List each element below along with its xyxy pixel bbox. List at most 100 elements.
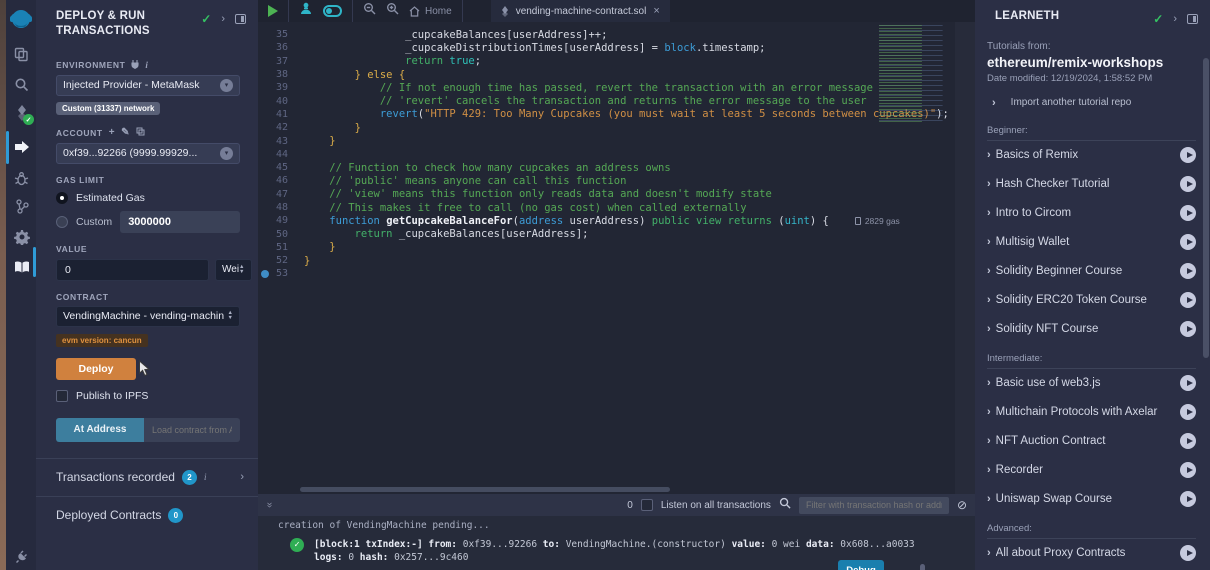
line-number[interactable]: 40 bbox=[258, 96, 304, 107]
home-tab[interactable]: Home bbox=[409, 6, 452, 17]
search-icon[interactable] bbox=[13, 76, 30, 93]
code-line[interactable]: 38 } else { bbox=[258, 68, 975, 81]
value-input[interactable] bbox=[56, 259, 209, 281]
toggle-icon[interactable] bbox=[323, 5, 342, 17]
add-account-icon[interactable]: + bbox=[109, 127, 115, 138]
tutorial-item[interactable]: ›Basic use of web3.js bbox=[987, 369, 1196, 398]
code-line[interactable]: 35 _cupcakeBalances[userAddress]++; bbox=[258, 28, 975, 41]
file-explorer-icon[interactable] bbox=[13, 46, 30, 63]
pin-panel-icon[interactable] bbox=[235, 14, 246, 24]
code-line[interactable]: 36 _cupcakeDistributionTimes[userAddress… bbox=[258, 41, 975, 54]
play-tutorial-button[interactable] bbox=[1180, 176, 1196, 192]
line-number[interactable]: 36 bbox=[258, 42, 304, 53]
clear-terminal-icon[interactable]: ⊘ bbox=[957, 499, 967, 511]
plugin-manager-plug-icon[interactable] bbox=[13, 548, 30, 565]
line-number[interactable]: 37 bbox=[258, 56, 304, 67]
tutorial-item[interactable]: ›Solidity ERC20 Token Course bbox=[987, 286, 1196, 315]
line-number[interactable]: 49 bbox=[258, 215, 304, 226]
pin-panel-icon[interactable] bbox=[1187, 14, 1198, 24]
debugger-icon[interactable] bbox=[13, 170, 30, 187]
panel-collapse-icon[interactable]: › bbox=[1173, 14, 1177, 25]
code-line[interactable]: 44 bbox=[258, 148, 975, 161]
play-tutorial-button[interactable] bbox=[1180, 147, 1196, 163]
tutorial-item[interactable]: ›Basics of Remix bbox=[987, 141, 1196, 170]
learneth-book-icon[interactable] bbox=[13, 258, 30, 275]
line-number[interactable]: 50 bbox=[258, 229, 304, 240]
source-control-icon[interactable] bbox=[13, 198, 30, 215]
listen-checkbox[interactable] bbox=[641, 499, 653, 511]
code-line[interactable]: 51 } bbox=[258, 241, 975, 254]
info-icon[interactable]: i bbox=[145, 60, 148, 70]
code-line[interactable]: 50 return _cupcakeBalances[userAddress]; bbox=[258, 227, 975, 240]
play-tutorial-button[interactable] bbox=[1180, 205, 1196, 221]
transaction-filter-input[interactable] bbox=[799, 497, 949, 514]
code-line[interactable]: 48 // This makes it free to call (no gas… bbox=[258, 201, 975, 214]
line-number[interactable]: 44 bbox=[258, 149, 304, 160]
close-tab-icon[interactable]: × bbox=[653, 5, 659, 17]
play-tutorial-button[interactable] bbox=[1180, 292, 1196, 308]
play-tutorial-button[interactable] bbox=[1180, 321, 1196, 337]
copy-account-icon[interactable] bbox=[136, 127, 145, 139]
line-number[interactable]: 52 bbox=[258, 255, 304, 266]
code-line[interactable]: 37 return true; bbox=[258, 55, 975, 68]
line-number[interactable]: 46 bbox=[258, 175, 304, 186]
deploy-button[interactable]: Deploy bbox=[56, 358, 136, 380]
play-tutorial-button[interactable] bbox=[1180, 404, 1196, 420]
editor-tab-active[interactable]: vending-machine-contract.sol × bbox=[491, 0, 670, 22]
line-number[interactable]: 43 bbox=[258, 136, 304, 147]
code-line[interactable]: 43 } bbox=[258, 134, 975, 147]
zoom-out-icon[interactable] bbox=[363, 2, 376, 20]
terminal-scrollbar-thumb[interactable] bbox=[920, 564, 925, 570]
code-line[interactable]: 39 // If not enough time has passed, rev… bbox=[258, 81, 975, 94]
play-tutorial-button[interactable] bbox=[1180, 433, 1196, 449]
tutorial-item[interactable]: ›Uniswap Swap Course bbox=[987, 485, 1196, 514]
environment-select[interactable]: Injected Provider - MetaMask ▾ bbox=[56, 75, 240, 96]
transactions-recorded-row[interactable]: Transactions recorded 2 i › bbox=[36, 459, 258, 496]
play-tutorial-button[interactable] bbox=[1180, 263, 1196, 279]
settings-icon[interactable] bbox=[13, 228, 30, 245]
play-tutorial-button[interactable] bbox=[1180, 234, 1196, 250]
deploy-run-icon[interactable] bbox=[13, 138, 30, 155]
play-tutorial-button[interactable] bbox=[1180, 375, 1196, 391]
account-select[interactable]: 0xf39...92266 (9999.99929... ▾ bbox=[56, 143, 240, 164]
tutorial-item[interactable]: ›NFT Auction Contract bbox=[987, 427, 1196, 456]
play-tutorial-button[interactable] bbox=[1180, 491, 1196, 507]
contract-select[interactable]: VendingMachine - vending-machin ▲▼ bbox=[56, 306, 240, 327]
publish-ipfs-checkbox[interactable] bbox=[56, 390, 68, 402]
plug-icon[interactable] bbox=[131, 60, 139, 71]
code-line[interactable]: 49 function getCupcakeBalanceFor(address… bbox=[258, 214, 975, 227]
expand-terminal-icon[interactable]: » bbox=[264, 502, 274, 508]
tutorial-item[interactable]: ›Solidity Beginner Course bbox=[987, 257, 1196, 286]
custom-gas-radio[interactable] bbox=[56, 216, 68, 228]
code-line[interactable]: 47 // 'view' means this function only re… bbox=[258, 188, 975, 201]
play-tutorial-button[interactable] bbox=[1180, 462, 1196, 478]
code-line[interactable]: 45 // Function to check how many cupcake… bbox=[258, 161, 975, 174]
line-number[interactable]: 47 bbox=[258, 189, 304, 200]
at-address-button[interactable]: At Address bbox=[56, 418, 144, 442]
value-unit-select[interactable]: Wei ▲▼ bbox=[215, 259, 252, 281]
line-number[interactable]: 41 bbox=[258, 109, 304, 120]
minimap[interactable] bbox=[879, 25, 953, 122]
run-script-icon[interactable] bbox=[268, 5, 278, 17]
tutorial-item[interactable]: ›Hash Checker Tutorial bbox=[987, 170, 1196, 199]
play-tutorial-button[interactable] bbox=[1180, 545, 1196, 561]
code-line[interactable]: 40 // 'revert' cancels the transaction a… bbox=[258, 94, 975, 107]
solidity-compiler-icon[interactable]: ✓ bbox=[13, 104, 30, 121]
deployed-contracts-row[interactable]: Deployed Contracts 0 bbox=[36, 497, 258, 534]
custom-gas-input[interactable] bbox=[120, 211, 240, 233]
line-number[interactable]: 48 bbox=[258, 202, 304, 213]
panel-collapse-icon[interactable]: › bbox=[221, 14, 225, 25]
horizontal-scrollbar[interactable] bbox=[300, 487, 670, 492]
estimated-gas-radio[interactable] bbox=[56, 192, 68, 204]
info-icon[interactable]: i bbox=[204, 472, 207, 482]
code-line[interactable]: 52} bbox=[258, 254, 975, 267]
tutorial-item[interactable]: ›All about Proxy Contracts bbox=[987, 539, 1196, 568]
learneth-scrollbar-thumb[interactable] bbox=[1203, 58, 1209, 358]
line-number[interactable]: 38 bbox=[258, 69, 304, 80]
line-number[interactable]: 35 bbox=[258, 29, 304, 40]
tutorial-item[interactable]: ›Solidity NFT Course bbox=[987, 315, 1196, 344]
tutorial-item[interactable]: ›Recorder bbox=[987, 456, 1196, 485]
code-editor[interactable]: 35 _cupcakeBalances[userAddress]++;36 _c… bbox=[258, 22, 975, 494]
import-repo-row[interactable]: › Import another tutorial repo bbox=[987, 97, 1196, 109]
at-address-input[interactable] bbox=[144, 418, 240, 442]
